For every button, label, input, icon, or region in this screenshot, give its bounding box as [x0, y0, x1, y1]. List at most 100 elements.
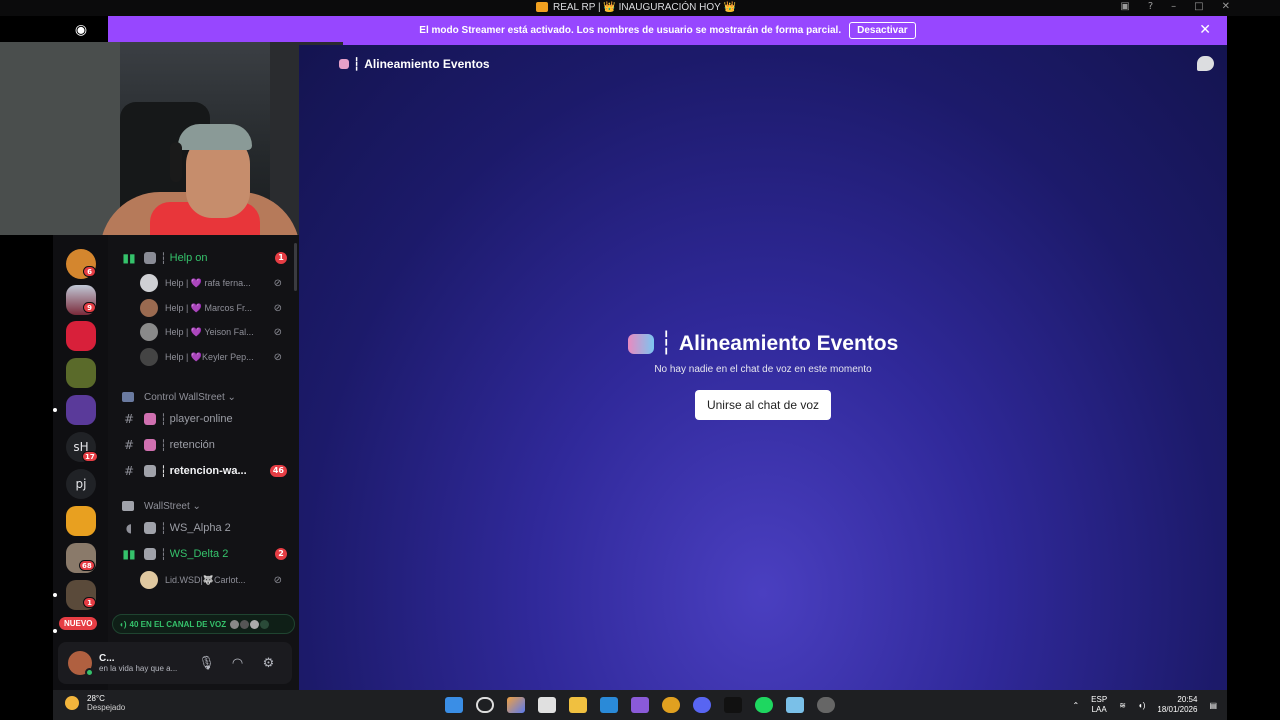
user-info[interactable]: C... en la vida hay que a...	[99, 653, 191, 673]
avatar	[140, 348, 158, 366]
visual-studio-icon[interactable]	[631, 697, 649, 713]
unread-pip	[53, 593, 57, 597]
avatar[interactable]	[68, 651, 94, 677]
store-icon[interactable]	[538, 697, 556, 713]
maximize-icon[interactable]: □	[1194, 1, 1203, 12]
language-indicator[interactable]: ESP LAA	[1091, 695, 1107, 715]
new-pill[interactable]: NUEVO	[59, 617, 98, 630]
server-icon[interactable]: 1	[66, 580, 96, 610]
search-icon[interactable]	[476, 697, 494, 713]
voice-user[interactable]: Help | 💜Keyler Pep... ⊘	[140, 346, 290, 368]
channel-separator: ┆	[659, 331, 673, 356]
deafened-icon: ⊘	[273, 302, 282, 314]
join-voice-button[interactable]: Unirse al chat de voz	[694, 390, 832, 420]
close-banner-icon[interactable]: ✕	[1199, 22, 1211, 38]
sidebar-scrollbar[interactable]	[294, 243, 297, 291]
speaker-icon: ◖	[125, 521, 133, 535]
wolf-icon	[122, 501, 134, 511]
server-icon[interactable]: 6	[66, 249, 96, 279]
hash-icon: #	[123, 412, 135, 426]
server-icon[interactable]	[66, 358, 96, 388]
category-control-wallstreet[interactable]: Control WallStreet ⌄	[108, 389, 299, 405]
stage-subtitle: No hay nadie en el chat de voz en este m…	[654, 364, 872, 375]
wolf-icon	[144, 465, 156, 477]
chat-bubble-icon[interactable]	[1197, 56, 1214, 71]
chrome-icon[interactable]	[662, 697, 680, 713]
voice-user[interactable]: Lid.WSD|🐺Carlot... ⊘	[140, 569, 290, 591]
banner-message: El modo Streamer está activado. Los nomb…	[419, 25, 842, 36]
server-icon[interactable]	[66, 506, 96, 536]
server-icon[interactable]: pj	[66, 469, 96, 499]
minimize-icon[interactable]: –	[1171, 1, 1176, 12]
channel-separator: ┆	[160, 251, 167, 265]
weather-condition: Despejado	[87, 703, 126, 712]
avatar	[230, 619, 240, 629]
webcam-person	[178, 124, 252, 150]
channel-name: WS_Alpha 2	[169, 522, 231, 534]
voice-user-name: Lid.WSD|🐺Carlot...	[165, 574, 246, 585]
close-window-icon[interactable]: ✕	[1222, 1, 1230, 12]
voice-channel-help[interactable]: ▮▮ ┆ Help on 1	[108, 247, 299, 269]
window-controls: ▣ ? – □ ✕	[1120, 0, 1230, 12]
category-wallstreet[interactable]: WallStreet ⌄	[108, 498, 299, 514]
vscode-icon[interactable]	[600, 697, 618, 713]
wifi-icon[interactable]: ≋	[1119, 701, 1126, 710]
crown-icon	[536, 2, 548, 12]
taskbar-apps	[445, 697, 835, 713]
settings-gear-icon[interactable]: ⚙	[253, 656, 284, 671]
empty-voice-state: ┆ Alineamiento Eventos No hay nadie en e…	[299, 331, 1227, 420]
category-label: WallStreet	[144, 500, 190, 512]
chevron-up-icon[interactable]: ⌃	[1072, 701, 1079, 710]
server-icon[interactable]	[66, 395, 96, 425]
channel-emoji-icon	[627, 333, 654, 354]
epic-icon[interactable]	[724, 697, 742, 713]
server-icon[interactable]: 68	[66, 543, 96, 573]
microphone-icon[interactable]: 🎙	[191, 656, 222, 671]
disable-streamer-button[interactable]: Desactivar	[849, 22, 916, 39]
copilot-icon[interactable]	[507, 697, 525, 713]
channel-header-title: Alineamiento Eventos	[364, 57, 490, 71]
wolf-icon	[144, 548, 156, 560]
system-tray: ⌃ ESP LAA ≋ ◖) 20:54 18/01/2026 ▤	[1072, 695, 1217, 715]
speaker-icon: ◖)	[119, 619, 127, 629]
server-icon[interactable]: 9	[66, 285, 96, 315]
windows-start-icon[interactable]	[445, 697, 463, 713]
text-channel-unread[interactable]: # ┆ retencion-wa... 46	[108, 460, 299, 482]
stage-title-text: Alineamiento Eventos	[678, 331, 899, 355]
volume-icon[interactable]: ◖)	[1138, 701, 1146, 710]
voice-channel-banner[interactable]: ◖) 40 EN EL CANAL DE VOZ	[112, 614, 295, 634]
online-status-icon	[85, 668, 94, 677]
unread-pip	[53, 629, 57, 633]
inbox-icon[interactable]: ▣	[1120, 1, 1129, 12]
voice-channel[interactable]: ◖ ┆ WS_Alpha 2	[108, 517, 299, 539]
category-name: WallStreet ⌄	[144, 500, 201, 512]
temperature: 28°C	[87, 694, 105, 703]
avatar	[140, 274, 158, 292]
channel-emoji-icon	[144, 522, 156, 534]
category-name: Control WallStreet ⌄	[144, 391, 236, 403]
voice-active-icon: ▮▮	[122, 251, 136, 265]
server-badge: 17	[82, 451, 98, 462]
channel-emoji-icon	[144, 413, 156, 425]
text-channel[interactable]: # ┆ retención	[108, 434, 299, 456]
obs-icon[interactable]	[817, 697, 835, 713]
voice-user[interactable]: Help | 💜 Yeison Fal... ⊘	[140, 321, 290, 343]
clock[interactable]: 20:54 18/01/2026	[1157, 695, 1197, 715]
file-explorer-icon[interactable]	[569, 697, 587, 713]
voice-user[interactable]: Help | 💜 rafa ferna... ⊘	[140, 272, 290, 294]
voice-user[interactable]: Help | 💜 Marcos Fr... ⊘	[140, 297, 290, 319]
streamer-mode-banner: El modo Streamer está activado. Los nomb…	[108, 16, 1227, 45]
voice-channel-active[interactable]: ▮▮ ┆ WS_Delta 2 2	[108, 543, 299, 565]
notification-icon[interactable]: ▤	[1209, 701, 1217, 710]
spotify-icon[interactable]	[755, 697, 773, 713]
mention-badge: 1	[275, 252, 287, 264]
server-icon[interactable]	[66, 321, 96, 351]
discord-taskbar-icon[interactable]	[693, 697, 711, 713]
text-channel[interactable]: # ┆ player-online	[108, 408, 299, 430]
notepad-icon[interactable]	[786, 697, 804, 713]
help-icon[interactable]: ?	[1148, 1, 1153, 12]
right-gutter	[1227, 16, 1280, 690]
weather-widget[interactable]: 28°C Despejado	[65, 694, 125, 712]
server-badge: 9	[83, 302, 96, 313]
headphones-icon[interactable]: ◠	[222, 656, 253, 671]
